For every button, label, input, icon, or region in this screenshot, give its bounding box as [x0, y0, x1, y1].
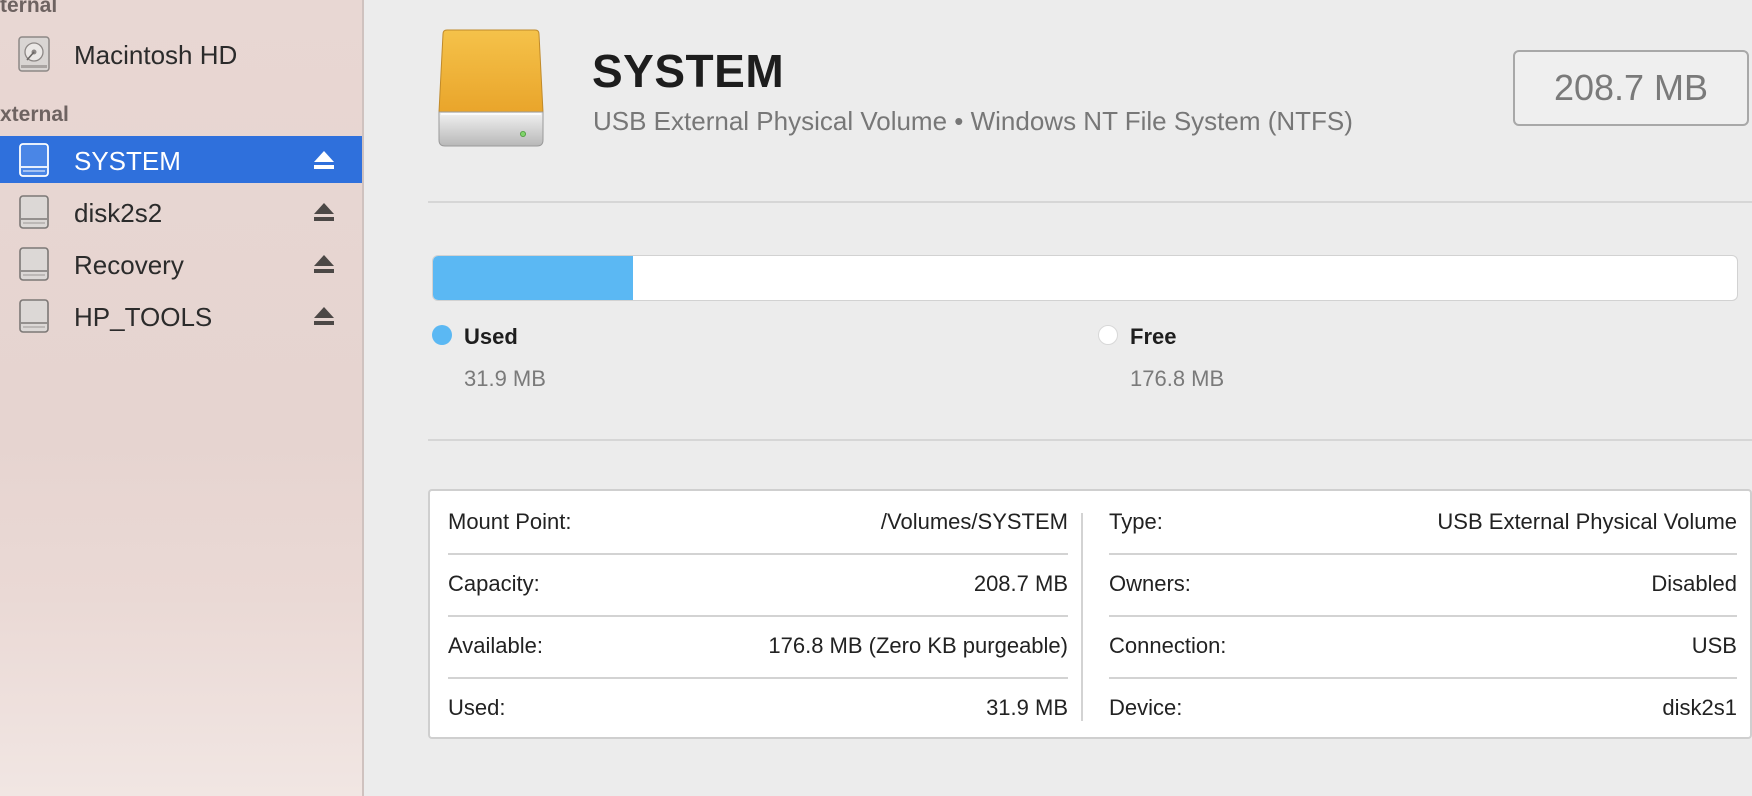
used-legend-label: Used	[464, 324, 518, 349]
sidebar-item-hp-tools[interactable]: HP_TOOLS	[0, 292, 362, 339]
column-divider	[1081, 513, 1083, 721]
external-disk-icon	[19, 299, 49, 333]
external-disk-icon	[19, 143, 49, 177]
info-value: 208.7 MB	[973, 571, 1068, 596]
sidebar-item-system[interactable]: SYSTEM	[0, 136, 362, 183]
volume-size-badge: 208.7 MB	[1513, 50, 1749, 126]
sidebar-item-label: SYSTEM	[74, 146, 181, 176]
sidebar-item-label: HP_TOOLS	[74, 302, 213, 332]
main-panel: SYSTEM USB External Physical Volume • Wi…	[364, 0, 1752, 796]
info-value: USB	[1691, 633, 1737, 658]
free-legend-label: Free	[1130, 324, 1177, 349]
divider	[428, 201, 1752, 203]
info-value: disk2s1	[1662, 695, 1737, 720]
sidebar-section-internal-header: ternal	[0, 0, 58, 17]
info-label: Used:	[448, 695, 506, 720]
info-row-capacity: Capacity: 208.7 MB	[448, 553, 1068, 617]
orange-external-drive-icon	[438, 29, 544, 147]
used-legend-value: 31.9 MB	[464, 366, 546, 391]
sidebar-item-label: disk2s2	[74, 198, 163, 228]
free-legend-dot	[1098, 325, 1118, 345]
sidebar-item-recovery[interactable]: Recovery	[0, 240, 362, 287]
used-legend-dot	[432, 325, 452, 345]
info-label: Connection:	[1109, 633, 1227, 658]
sidebar-item-label: Macintosh HD	[74, 40, 238, 70]
sidebar-section-external-header: xternal	[0, 103, 69, 126]
info-label: Type:	[1109, 509, 1163, 534]
info-value: USB External Physical Volume	[1437, 509, 1737, 534]
info-row-used: Used: 31.9 MB	[448, 677, 1068, 739]
divider	[428, 439, 1752, 441]
volume-subtitle: USB External Physical Volume • Windows N…	[593, 106, 1353, 136]
info-value: 176.8 MB (Zero KB purgeable)	[768, 633, 1068, 658]
info-row-device: Device: disk2s1	[1109, 677, 1737, 739]
eject-icon[interactable]	[313, 202, 335, 222]
sidebar: ternal Macintosh HD xternal SYSTEM disk2…	[0, 0, 364, 796]
internal-disk-icon	[18, 36, 50, 72]
usage-bar	[432, 255, 1738, 301]
info-label: Device:	[1109, 695, 1183, 720]
free-legend-value: 176.8 MB	[1130, 366, 1225, 391]
info-label: Owners:	[1109, 571, 1191, 596]
sidebar-item-disk2s2[interactable]: disk2s2	[0, 188, 362, 235]
info-label: Mount Point:	[448, 509, 572, 534]
info-row-connection: Connection: USB	[1109, 615, 1737, 679]
info-label: Capacity:	[448, 571, 540, 596]
eject-icon[interactable]	[313, 150, 335, 170]
sidebar-item-macintosh-hd[interactable]: Macintosh HD	[0, 30, 362, 77]
info-row-available: Available: 176.8 MB (Zero KB purgeable)	[448, 615, 1068, 679]
info-row-type: Type: USB External Physical Volume	[1109, 491, 1737, 555]
eject-icon[interactable]	[313, 306, 335, 326]
volume-info-table: Mount Point: /Volumes/SYSTEM Capacity: 2…	[428, 489, 1752, 739]
info-label: Available:	[448, 633, 543, 658]
info-value: /Volumes/SYSTEM	[880, 509, 1068, 534]
info-value: Disabled	[1651, 571, 1737, 596]
info-row-mount-point: Mount Point: /Volumes/SYSTEM	[448, 491, 1068, 555]
usage-bar-used-fill	[433, 256, 633, 300]
info-value: 31.9 MB	[986, 695, 1068, 720]
external-disk-icon	[19, 195, 49, 229]
external-disk-icon	[19, 247, 49, 281]
eject-icon[interactable]	[313, 254, 335, 274]
volume-title: SYSTEM	[592, 45, 785, 97]
sidebar-item-label: Recovery	[74, 250, 184, 280]
info-row-owners: Owners: Disabled	[1109, 553, 1737, 617]
